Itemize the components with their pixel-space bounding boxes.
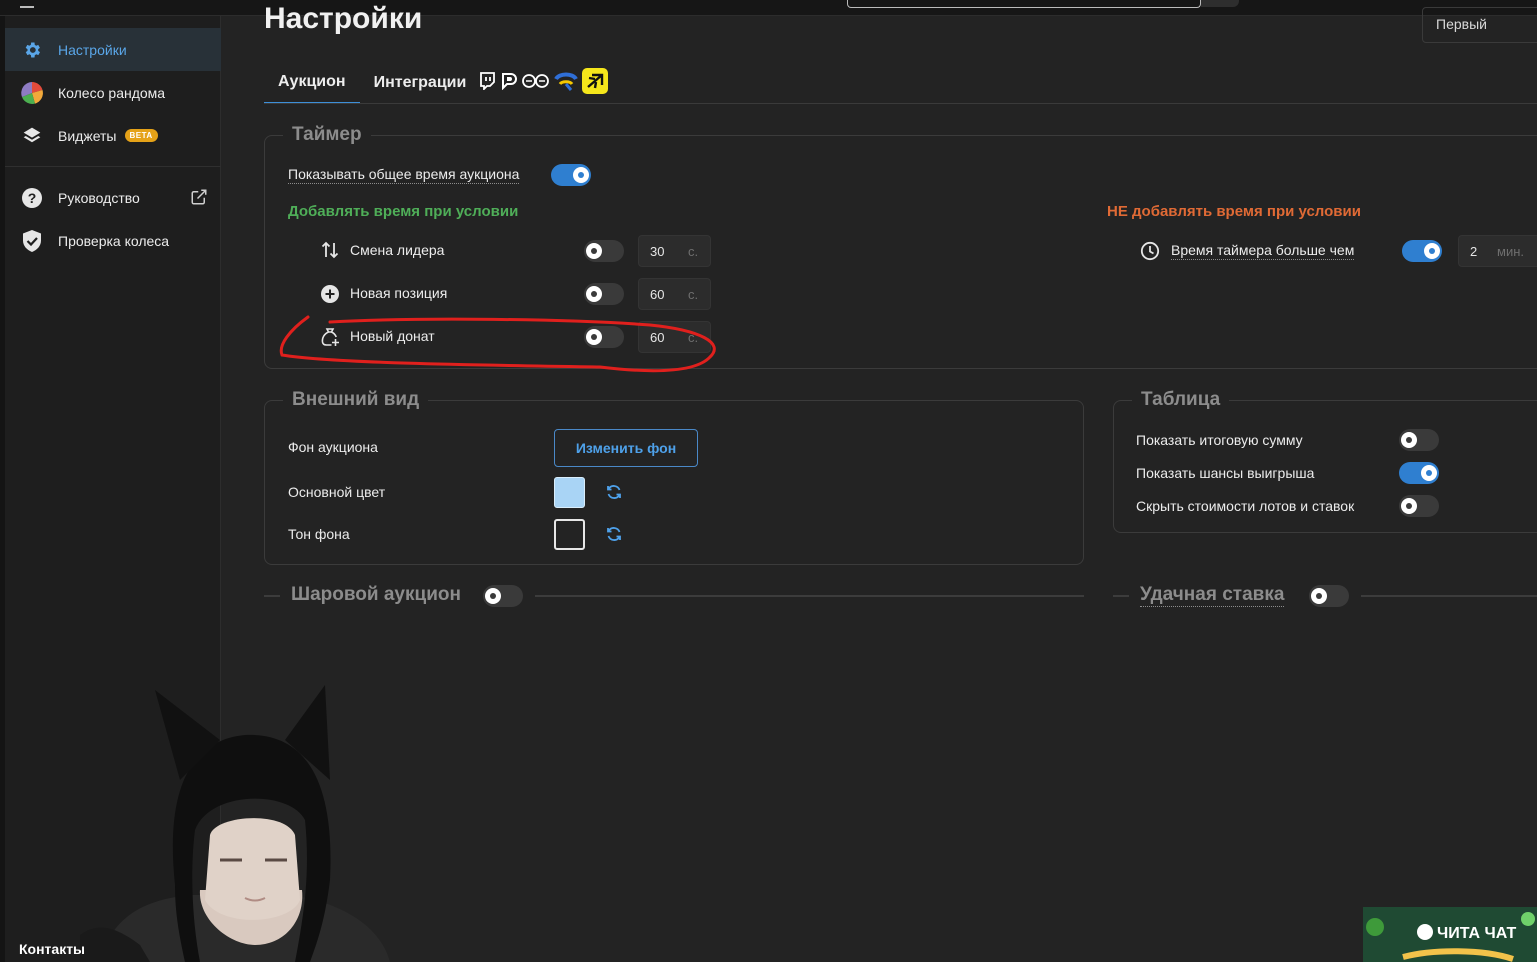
chita-chat-logo-icon: ЧИТА ЧАТ [1363, 907, 1537, 962]
auction-background-label: Фон аукциона [288, 439, 378, 455]
timer-greater-than-minutes-input[interactable]: 2 мин. [1458, 235, 1537, 267]
show-total-time-label: Показывать общее время аукциона [288, 166, 520, 184]
sidebar-item-wheel-check[interactable]: Проверка колеса [5, 219, 221, 262]
help-circle-icon: ? [21, 187, 43, 209]
ball-auction-line-left [264, 595, 280, 597]
beta-badge: BETA [124, 129, 158, 142]
pie-chart-icon [21, 81, 43, 104]
reset-primary-color-icon[interactable] [605, 483, 623, 501]
sidebar-item-settings[interactable]: Настройки [5, 28, 221, 71]
plus-circle-icon [320, 284, 340, 304]
leader-change-toggle[interactable] [584, 240, 624, 262]
sidebar-item-label: Колесо рандома [58, 84, 166, 101]
show-win-chances-label: Показать шансы выигрыша [1136, 465, 1315, 481]
show-win-chances-toggle[interactable] [1399, 462, 1439, 484]
sidebar-item-label: Виджеты [58, 127, 117, 144]
search-button[interactable] [1201, 0, 1239, 7]
sidebar-item-label: Настройки [58, 41, 127, 58]
timer-legend: Таймер [283, 124, 371, 146]
leader-change-seconds-input[interactable]: 30 с. [638, 235, 711, 267]
gear-icon [21, 39, 43, 61]
hide-lot-costs-toggle[interactable] [1399, 495, 1439, 517]
timer-greater-than-toggle[interactable] [1402, 240, 1442, 262]
sidebar-item-label: Руководство [58, 189, 140, 206]
appearance-legend: Внешний вид [283, 389, 429, 411]
tab-integrations[interactable]: Интеграции [360, 62, 481, 104]
annotation-circle [279, 315, 716, 373]
add-time-heading: Добавлять время при условии [288, 203, 519, 220]
lucky-bid-title: Удачная ставка [1140, 584, 1285, 607]
boosty-icon[interactable] [554, 71, 579, 96]
show-total-sum-label: Показать итоговую сумму [1136, 432, 1303, 448]
page-title: Настройки [264, 2, 423, 35]
lucky-bid-toggle[interactable] [1309, 585, 1349, 607]
svg-text:?: ? [28, 190, 37, 206]
webcam-overlay [80, 685, 390, 962]
background-tone-swatch[interactable] [554, 519, 585, 550]
sidebar-item-label: Проверка колеса [58, 232, 170, 249]
ball-auction-title: Шаровой аукцион [291, 584, 461, 605]
show-total-sum-toggle[interactable] [1399, 429, 1439, 451]
sidebar-item-widgets[interactable]: Виджеты BETA [5, 114, 221, 157]
swap-vertical-icon [320, 240, 340, 260]
search-input[interactable] [847, 0, 1201, 8]
reset-background-tone-icon[interactable] [605, 525, 623, 543]
no-add-time-heading: НЕ добавлять время при условии [1107, 203, 1361, 220]
sidebar-item-random-wheel[interactable]: Колесо рандома [5, 71, 221, 114]
svg-text:ЧИТА ЧАТ: ЧИТА ЧАТ [1437, 925, 1517, 942]
table-legend: Таблица [1132, 389, 1230, 411]
primary-color-swatch[interactable] [554, 477, 585, 508]
tribute-icon[interactable] [522, 72, 550, 95]
ball-auction-toggle[interactable] [483, 585, 523, 607]
hide-lot-costs-label: Скрыть стоимости лотов и ставок [1136, 498, 1355, 514]
preset-select[interactable]: Первый [1422, 7, 1537, 43]
sidebar-item-guide[interactable]: ? Руководство [5, 176, 221, 219]
contact-label: Контакты [19, 941, 86, 957]
tabs-underline [264, 103, 1537, 104]
appearance-fieldset: Внешний вид [264, 389, 1084, 565]
twitch-icon[interactable] [478, 71, 496, 95]
change-background-button[interactable]: Изменить фон [554, 429, 698, 467]
clock-icon [1140, 241, 1160, 261]
ball-auction-line-right [535, 595, 1084, 597]
top-bar [0, 0, 1537, 16]
show-total-time-toggle[interactable] [551, 164, 591, 186]
lucky-bid-line-right [1361, 595, 1537, 597]
tab-auction[interactable]: Аукцион [264, 62, 360, 104]
shield-check-icon [21, 229, 43, 252]
layers-icon [21, 125, 43, 147]
menu-icon[interactable] [20, 6, 34, 8]
lucky-bid-line-left [1113, 595, 1129, 597]
sidebar-divider [5, 166, 221, 167]
new-position-toggle[interactable] [584, 283, 624, 305]
timer-greater-than-label: Время таймера больше чем [1171, 242, 1355, 260]
integration-icons [478, 67, 609, 99]
external-link-icon[interactable] [190, 188, 208, 209]
new-position-label: Новая позиция [350, 285, 448, 301]
leader-change-label: Смена лидера [350, 242, 445, 258]
tab-bar: Аукцион Интеграции [264, 62, 609, 104]
donationalerts-icon[interactable] [500, 72, 518, 95]
stream-overlay-logo: ЧИТА ЧАТ [1363, 907, 1537, 962]
donatepay-icon[interactable] [582, 67, 609, 99]
primary-color-label: Основной цвет [288, 484, 386, 500]
background-tone-label: Тон фона [288, 526, 350, 542]
